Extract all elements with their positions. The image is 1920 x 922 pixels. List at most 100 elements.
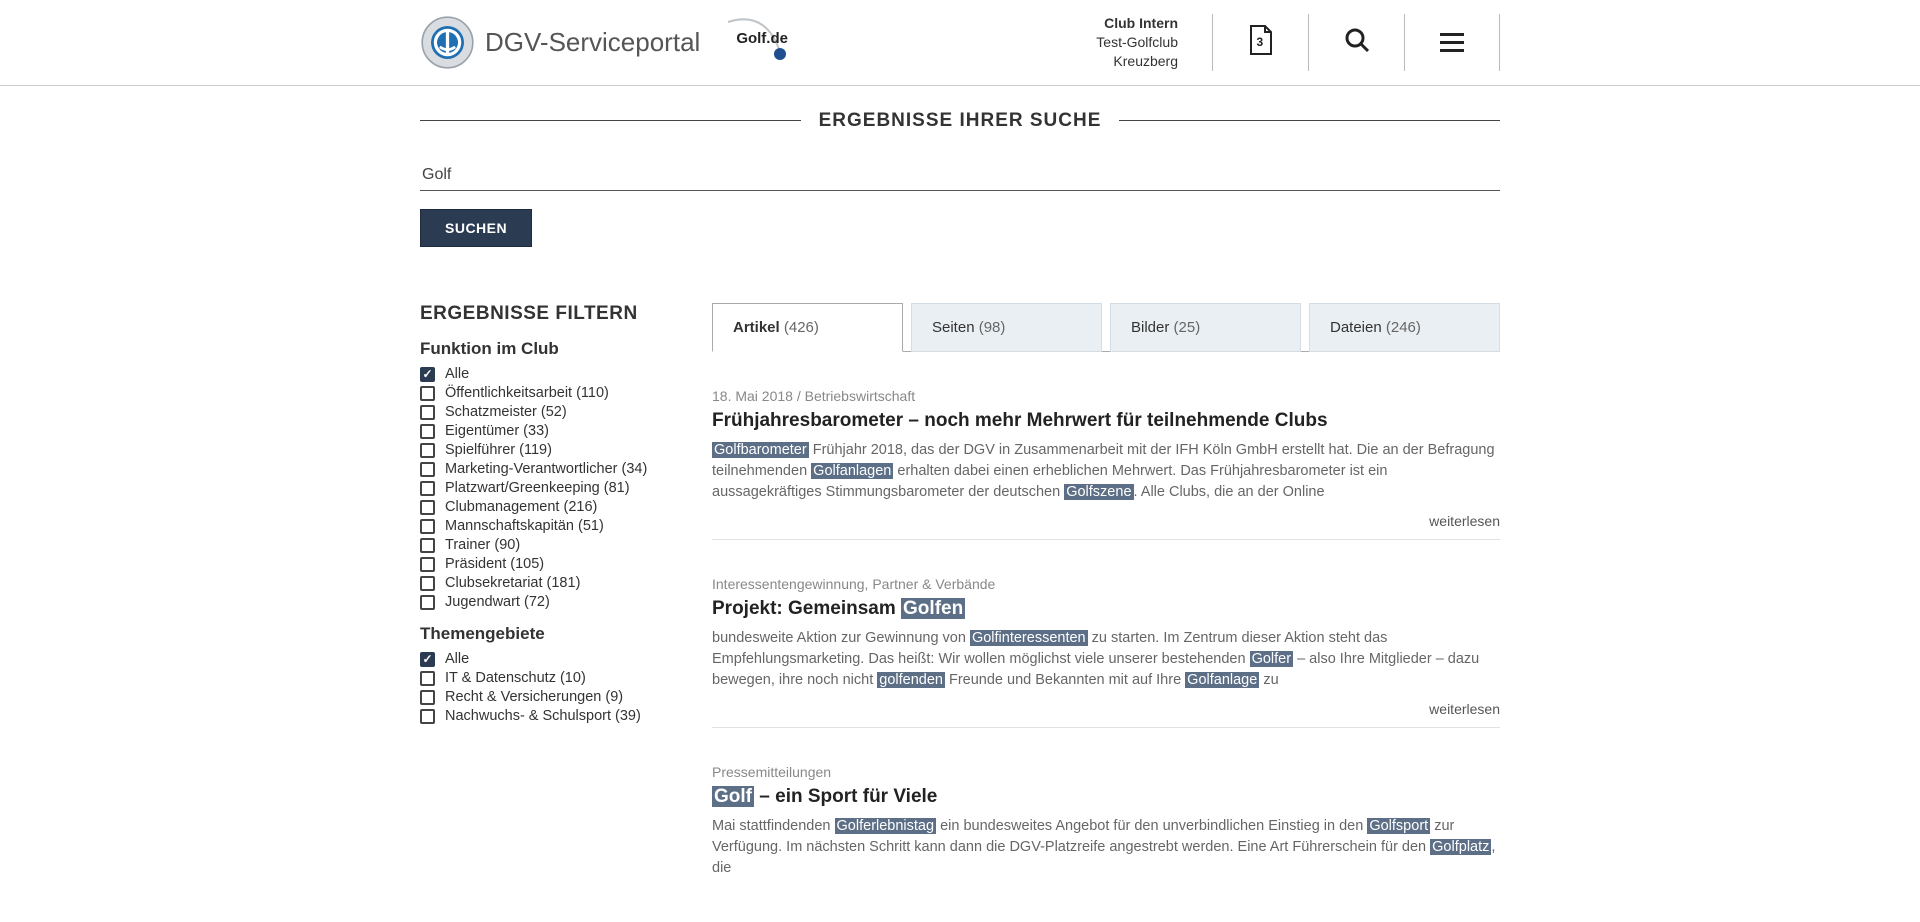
result-meta: Interessentengewinnung, Partner & Verbän…	[712, 576, 1500, 592]
result-title[interactable]: Projekt: Gemeinsam Golfen	[712, 598, 1500, 620]
hamburger-icon	[1440, 33, 1464, 52]
checkbox-icon[interactable]	[420, 462, 435, 477]
read-more-link[interactable]: weiterlesen	[712, 701, 1500, 717]
document-icon: 3	[1248, 24, 1274, 61]
checkbox-icon[interactable]	[420, 405, 435, 420]
filter-label: Nachwuchs- & Schulsport (39)	[445, 708, 641, 724]
checkbox-icon[interactable]	[420, 443, 435, 458]
tab-seiten[interactable]: Seiten (98)	[911, 303, 1102, 352]
tab-label: Artikel	[733, 319, 784, 336]
checkbox-icon[interactable]	[420, 424, 435, 439]
checkbox-icon[interactable]	[420, 367, 435, 382]
filter-item[interactable]: Eigentümer (33)	[420, 422, 672, 441]
result-snippet: Golfbarometer Frühjahr 2018, das der DGV…	[712, 440, 1500, 503]
documents-button[interactable]: 3	[1212, 14, 1308, 71]
search-result: Interessentengewinnung, Partner & Verbän…	[712, 576, 1500, 728]
filter-item[interactable]: Recht & Versicherungen (9)	[420, 688, 672, 707]
tab-count: (246)	[1386, 319, 1421, 336]
filter-label: Eigentümer (33)	[445, 423, 549, 439]
checkbox-icon[interactable]	[420, 500, 435, 515]
filter-item[interactable]: Präsident (105)	[420, 555, 672, 574]
tab-count: (25)	[1174, 319, 1201, 336]
filter-item[interactable]: Schatzmeister (52)	[420, 403, 672, 422]
filter-label: IT & Datenschutz (10)	[445, 670, 586, 686]
search-result: 18. Mai 2018 / Betriebswirtschaft Frühjah…	[712, 388, 1500, 540]
filter-item[interactable]: Nachwuchs- & Schulsport (39)	[420, 707, 672, 726]
checkbox-icon[interactable]	[420, 386, 435, 401]
tab-label: Bilder	[1131, 319, 1174, 336]
club-name: Test-Golfclub	[1096, 33, 1178, 52]
checkbox-icon[interactable]	[420, 519, 435, 534]
filter-label: Schatzmeister (52)	[445, 404, 567, 420]
filter-heading: ERGEBNISSE FILTERN	[420, 303, 672, 325]
filter-item[interactable]: Alle	[420, 365, 672, 384]
checkbox-icon[interactable]	[420, 595, 435, 610]
result-snippet: bundesweite Aktion zur Gewinnung von Gol…	[712, 628, 1500, 691]
checkbox-icon[interactable]	[420, 652, 435, 667]
search-button[interactable]	[1308, 14, 1404, 71]
filter-item[interactable]: Trainer (90)	[420, 536, 672, 555]
result-meta: Pressemitteilungen	[712, 764, 1500, 780]
search-result: Pressemitteilungen Golf – ein Sport für V…	[712, 764, 1500, 889]
filter-item[interactable]: Mannschaftskapitän (51)	[420, 517, 672, 536]
filter-label: Spielführer (119)	[445, 442, 552, 458]
filter-item[interactable]: IT & Datenschutz (10)	[420, 669, 672, 688]
portal-title: DGV-Serviceportal	[485, 27, 700, 58]
result-tabs: Artikel (426)Seiten (98)Bilder (25)Datei…	[712, 303, 1500, 352]
checkbox-icon[interactable]	[420, 690, 435, 705]
read-more-link[interactable]: weiterlesen	[712, 513, 1500, 529]
tab-label: Dateien	[1330, 319, 1386, 336]
filter-label: Clubmanagement (216)	[445, 499, 597, 515]
filter-item[interactable]: Marketing-Verantwortlicher (34)	[420, 460, 672, 479]
checkbox-icon[interactable]	[420, 576, 435, 591]
filter-label: Präsident (105)	[445, 556, 544, 572]
club-city: Kreuzberg	[1096, 52, 1178, 71]
filter-group-title: Funktion im Club	[420, 339, 672, 359]
results-main: Artikel (426)Seiten (98)Bilder (25)Datei…	[712, 303, 1500, 889]
filter-item[interactable]: Spielführer (119)	[420, 441, 672, 460]
filter-item[interactable]: Öffentlichkeitsarbeit (110)	[420, 384, 672, 403]
filter-item[interactable]: Alle	[420, 650, 672, 669]
golfde-label: Golf.de	[736, 30, 788, 47]
result-title[interactable]: Golf – ein Sport für Viele	[712, 786, 1500, 808]
filter-label: Trainer (90)	[445, 537, 520, 553]
filter-label: Platzwart/Greenkeeping (81)	[445, 480, 630, 496]
filter-item[interactable]: Clubmanagement (216)	[420, 498, 672, 517]
filter-label: Alle	[445, 651, 469, 667]
header-bar: DGV-Serviceportal Golf.de Club Intern Te…	[0, 0, 1920, 86]
tab-dateien[interactable]: Dateien (246)	[1309, 303, 1500, 352]
tab-count: (426)	[784, 319, 819, 336]
checkbox-icon[interactable]	[420, 671, 435, 686]
filter-label: Öffentlichkeitsarbeit (110)	[445, 385, 609, 401]
dgv-logo-icon	[420, 15, 475, 70]
checkbox-icon[interactable]	[420, 538, 435, 553]
tab-artikel[interactable]: Artikel (426)	[712, 303, 903, 352]
tab-bilder[interactable]: Bilder (25)	[1110, 303, 1301, 352]
club-label: Club Intern	[1096, 14, 1178, 33]
search-icon	[1344, 27, 1370, 58]
filter-label: Recht & Versicherungen (9)	[445, 689, 623, 705]
result-title[interactable]: Frühjahresbarometer – noch mehr Mehrwert…	[712, 410, 1500, 432]
filter-item[interactable]: Platzwart/Greenkeeping (81)	[420, 479, 672, 498]
club-info: Club Intern Test-Golfclub Kreuzberg	[1096, 14, 1212, 71]
page-title: ERGEBNISSE IHRER SUCHE	[801, 110, 1120, 132]
filter-label: Alle	[445, 366, 469, 382]
filter-group-title: Themengebiete	[420, 624, 672, 644]
result-snippet: Mai stattfindenden Golferlebnistag ein b…	[712, 816, 1500, 879]
filter-sidebar: ERGEBNISSE FILTERN Funktion im Club Alle Ö…	[420, 303, 672, 726]
filter-item[interactable]: Clubsekretariat (181)	[420, 574, 672, 593]
filter-item[interactable]: Jugendwart (72)	[420, 593, 672, 612]
checkbox-icon[interactable]	[420, 557, 435, 572]
checkbox-icon[interactable]	[420, 481, 435, 496]
search-submit-button[interactable]: SUCHEN	[420, 209, 532, 247]
results-heading: ERGEBNISSE IHRER SUCHE	[420, 110, 1500, 132]
menu-button[interactable]	[1404, 14, 1500, 71]
filter-label: Marketing-Verantwortlicher (34)	[445, 461, 647, 477]
tab-label: Seiten	[932, 319, 979, 336]
filter-label: Mannschaftskapitän (51)	[445, 518, 604, 534]
checkbox-icon[interactable]	[420, 709, 435, 724]
portal-logo[interactable]: DGV-Serviceportal	[420, 15, 700, 70]
result-meta: 18. Mai 2018 / Betriebswirtschaft	[712, 388, 1500, 404]
search-input[interactable]	[420, 160, 1500, 191]
golfde-logo[interactable]: Golf.de	[724, 16, 788, 68]
